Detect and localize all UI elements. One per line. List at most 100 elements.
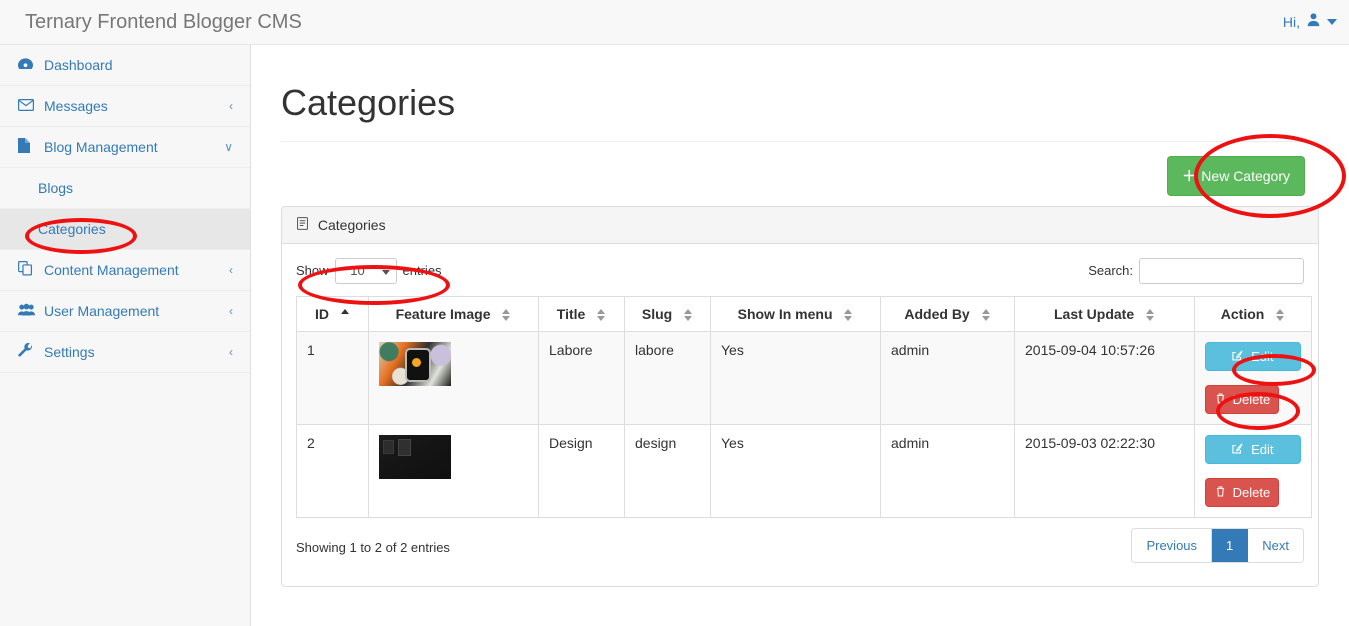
app-root: Ternary Frontend Blogger CMS Hi, Dashboa… <box>0 0 1349 626</box>
new-category-button[interactable]: ＋ New Category <box>1167 155 1305 196</box>
edit-icon <box>1232 349 1247 364</box>
cell-id: 1 <box>296 330 369 425</box>
panel-heading-label: Categories <box>317 216 386 233</box>
column-header-label: ID <box>315 305 330 322</box>
column-header-title[interactable]: Title <box>538 295 625 332</box>
top-navbar: Ternary Frontend Blogger CMS Hi, <box>0 0 1349 45</box>
file-icon <box>18 138 38 156</box>
table-header-row: ID Feature Image Title Slug Show In menu… <box>296 295 1312 332</box>
sidebar-item-categories[interactable]: Categories <box>0 209 250 250</box>
sidebar-item-label: Messages <box>44 98 108 114</box>
column-header-label: Title <box>556 305 586 322</box>
delete-button-row-2[interactable]: Delete <box>1205 477 1279 507</box>
main-content: Categories ＋ New Category Categories Show <box>251 45 1349 626</box>
categories-table: ID Feature Image Title Slug Show In menu… <box>296 295 1312 518</box>
column-header-slug[interactable]: Slug <box>624 295 711 332</box>
chevron-left-icon: ‹ <box>229 345 233 359</box>
column-header-id[interactable]: ID <box>296 295 369 332</box>
feature-image-thumbnail-2 <box>379 434 451 479</box>
page-length-select[interactable]: 10 <box>334 257 397 284</box>
search-input[interactable] <box>1139 257 1304 284</box>
cell-feature-image <box>368 330 539 425</box>
sidebar-item-label: User Management <box>44 303 160 319</box>
cell-slug: labore <box>624 330 711 425</box>
sidebar-item-content-management[interactable]: Content Management ‹ <box>0 250 250 291</box>
sidebar-empty-space <box>0 373 250 623</box>
sidebar-item-user-management[interactable]: User Management ‹ <box>0 291 250 332</box>
edit-button-label: Edit <box>1251 441 1274 457</box>
column-header-label: Slug <box>641 305 673 322</box>
column-header-show-in-menu[interactable]: Show In menu <box>710 295 881 332</box>
datatable-controls: Show 10 entries Search: <box>296 256 1304 292</box>
sidebar-item-blog-management[interactable]: Blog Management ∨ <box>0 127 250 168</box>
sort-icon <box>981 308 991 322</box>
sidebar-item-label: Content Management <box>44 262 179 278</box>
chevron-left-icon: ‹ <box>229 304 233 318</box>
app-brand-title[interactable]: Ternary Frontend Blogger CMS <box>15 0 312 44</box>
trash-icon <box>1216 392 1229 407</box>
datatable-footer: Showing 1 to 2 of 2 entries Previous 1 N… <box>296 527 1304 576</box>
table-row: 1 Labore labore Yes admin 2015-09-04 10:… <box>296 330 1312 425</box>
cell-show-in-menu: Yes <box>710 330 881 425</box>
edit-button-row-1[interactable]: Edit <box>1205 341 1301 371</box>
sidebar-item-messages[interactable]: Messages ‹ <box>0 86 250 127</box>
sidebar-item-blogs[interactable]: Blogs <box>0 168 250 209</box>
pagination-page-1[interactable]: 1 <box>1212 528 1249 562</box>
cell-feature-image <box>368 423 539 518</box>
cell-last-update: 2015-09-04 10:57:26 <box>1014 330 1195 425</box>
column-header-label: Added By <box>904 305 970 322</box>
plus-icon: ＋ <box>1182 167 1197 184</box>
sidebar: Dashboard Messages ‹ Blog Management ∨ B… <box>0 45 251 626</box>
wrench-icon <box>18 342 38 361</box>
cell-added-by: admin <box>880 330 1015 425</box>
new-category-button-label: New Category <box>1201 167 1290 184</box>
pagination-previous[interactable]: Previous <box>1132 528 1213 562</box>
sort-icon <box>597 308 606 322</box>
datatable-info: Showing 1 to 2 of 2 entries <box>296 539 450 555</box>
envelope-icon <box>18 98 38 114</box>
page-title: Categories <box>281 82 456 123</box>
chevron-down-icon: ∨ <box>224 140 233 154</box>
column-header-added-by[interactable]: Added By <box>880 295 1015 332</box>
cell-show-in-menu: Yes <box>710 423 881 518</box>
cell-action: Edit Delete <box>1194 330 1312 425</box>
column-header-label: Show In menu <box>737 305 833 322</box>
edit-button-row-2[interactable]: Edit <box>1205 434 1301 464</box>
sort-icon <box>340 308 350 322</box>
delete-button-label: Delete <box>1232 391 1271 407</box>
trash-icon <box>1216 485 1229 500</box>
page-length-value: 10 <box>350 262 365 278</box>
sidebar-subitem-label: Categories <box>38 221 106 237</box>
sidebar-item-label: Blog Management <box>44 139 158 155</box>
pagination: Previous 1 Next <box>1131 527 1304 563</box>
edit-icon <box>1232 442 1247 457</box>
sort-icon <box>1276 308 1285 322</box>
cell-slug: design <box>624 423 711 518</box>
entries-label: entries <box>402 263 442 279</box>
sort-icon <box>844 308 853 322</box>
delete-button-row-1[interactable]: Delete <box>1205 384 1279 414</box>
cell-title: Design <box>538 423 625 518</box>
cell-last-update: 2015-09-03 02:22:30 <box>1014 423 1195 518</box>
pagination-next[interactable]: Next <box>1248 528 1303 562</box>
sidebar-item-dashboard[interactable]: Dashboard <box>0 45 250 86</box>
dashboard-icon <box>18 57 38 74</box>
page-length-control: Show 10 entries <box>296 257 442 284</box>
users-icon <box>18 303 38 319</box>
column-header-label: Last Update <box>1053 305 1135 322</box>
column-header-label: Action <box>1220 305 1265 322</box>
categories-panel: Categories Show 10 entries Search: ID Fe… <box>281 205 1319 587</box>
panel-heading: Categories <box>282 206 1318 244</box>
column-header-feature-image[interactable]: Feature Image <box>368 295 539 332</box>
sidebar-item-settings[interactable]: Settings ‹ <box>0 332 250 373</box>
cell-added-by: admin <box>880 423 1015 518</box>
column-header-last-update[interactable]: Last Update <box>1014 295 1195 332</box>
chevron-down-icon <box>381 269 390 275</box>
sort-icon <box>1146 308 1155 322</box>
column-header-action[interactable]: Action <box>1194 295 1312 332</box>
feature-image-thumbnail-1 <box>379 341 451 386</box>
show-label: Show <box>296 263 329 279</box>
sort-icon <box>502 308 511 322</box>
navbar-user-menu[interactable]: Hi, <box>1283 0 1337 44</box>
sidebar-subitem-label: Blogs <box>38 180 74 196</box>
